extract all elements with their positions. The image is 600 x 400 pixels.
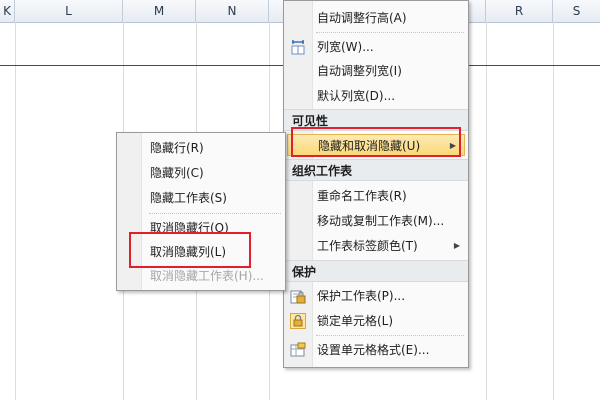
column-header-s[interactable]: S — [553, 0, 600, 22]
menu-separator — [149, 213, 281, 214]
menu-separator — [316, 32, 464, 33]
menu-item-tab-color[interactable]: 工作表标签颜色(T) ▶ — [284, 235, 468, 257]
section-header-protect: 保护 — [284, 260, 468, 282]
menu-item-label: 默认列宽(D)... — [317, 89, 396, 103]
menu-item-protect-sheet[interactable]: 保护工作表(P)... — [284, 285, 468, 307]
grid-line — [15, 22, 16, 400]
menu-item-autofit-column-width[interactable]: 自动调整列宽(I) — [284, 60, 468, 82]
grid-line — [553, 22, 554, 400]
menu-item-default-width[interactable]: 默认列宽(D)... — [284, 85, 468, 107]
highlight-box-unhide-columns — [129, 232, 251, 268]
submenu-arrow-icon: ▶ — [453, 241, 460, 250]
section-header-organize: 组织工作表 — [284, 159, 468, 181]
menu-item-label: 工作表标签颜色(T) — [317, 239, 418, 253]
menu-separator — [316, 335, 464, 336]
protect-sheet-icon — [290, 290, 306, 304]
menu-item-label: 锁定单元格(L) — [317, 314, 394, 328]
submenu-item-hide-rows[interactable]: 隐藏行(R) — [117, 137, 285, 159]
menu-item-format-cells[interactable]: 设置单元格格式(E)... — [284, 339, 468, 361]
format-menu: 自动调整行高(A) 列宽(W)... 自动调整列宽(I) 默认列宽(D)... … — [283, 0, 469, 368]
menu-item-label: 保护工作表(P)... — [317, 289, 406, 303]
menu-item-rename-sheet[interactable]: 重命名工作表(R) — [284, 185, 468, 207]
lock-icon — [290, 313, 306, 329]
menu-item-label: 隐藏行(R) — [150, 141, 204, 155]
menu-item-label: 自动调整列宽(I) — [317, 64, 402, 78]
submenu-item-hide-sheet[interactable]: 隐藏工作表(S) — [117, 187, 285, 209]
highlight-box-hide-unhide — [291, 127, 461, 157]
column-header-m[interactable]: M — [123, 0, 196, 22]
column-header-r[interactable]: R — [486, 0, 553, 22]
menu-item-label: 自动调整行高(A) — [317, 11, 407, 25]
menu-item-label: 列宽(W)... — [317, 40, 374, 54]
menu-item-label: 重命名工作表(R) — [317, 189, 407, 203]
menu-item-label: 隐藏列(C) — [150, 166, 204, 180]
format-cells-icon — [290, 342, 306, 357]
menu-item-lock-cell[interactable]: 锁定单元格(L) — [284, 310, 468, 332]
menu-item-label: 设置单元格格式(E)... — [317, 343, 430, 357]
column-header-l[interactable]: L — [15, 0, 123, 22]
submenu-item-unhide-sheet: 取消隐藏工作表(H)... — [117, 265, 285, 287]
menu-item-move-copy-sheet[interactable]: 移动或复制工作表(M)... — [284, 210, 468, 232]
menu-item-label: 隐藏工作表(S) — [150, 191, 227, 205]
submenu-item-hide-columns[interactable]: 隐藏列(C) — [117, 162, 285, 184]
grid-line — [486, 22, 487, 400]
menu-item-label: 移动或复制工作表(M)... — [317, 214, 445, 228]
column-width-icon — [291, 40, 305, 55]
column-header-k[interactable]: K — [0, 0, 15, 22]
menu-item-label: 取消隐藏工作表(H)... — [150, 269, 264, 283]
menu-item-autofit-row-height[interactable]: 自动调整行高(A) — [284, 7, 468, 29]
column-header-n[interactable]: N — [196, 0, 269, 22]
menu-item-column-width[interactable]: 列宽(W)... — [284, 36, 468, 58]
